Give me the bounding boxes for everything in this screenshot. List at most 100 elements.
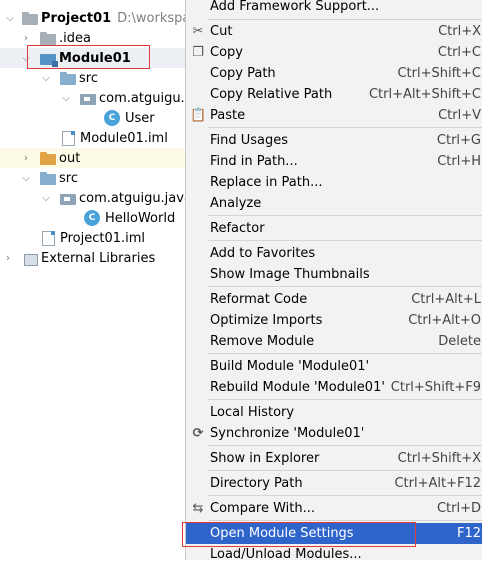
menu-item-label: Reformat Code xyxy=(210,292,308,307)
menu-separator xyxy=(208,495,482,496)
menu-item-label: Find in Path... xyxy=(210,154,298,169)
copy-icon: ❐ xyxy=(192,44,204,60)
menu-item-shortcut: Ctrl+V xyxy=(438,108,481,123)
menu-item-shortcut: Ctrl+Shift+X xyxy=(397,451,481,466)
menu-item-shortcut: Ctrl+Shift+C xyxy=(397,66,481,81)
menu-item-find-usages[interactable]: Find Usages Ctrl+G xyxy=(186,130,482,151)
menu-item-label: Cut xyxy=(210,24,233,39)
sync-icon: ⟳ xyxy=(192,425,204,441)
chevron-down-icon[interactable]: ⌵ xyxy=(60,93,72,104)
tree-item-label: .idea xyxy=(59,30,91,46)
menu-item-refactor[interactable]: Refactor xyxy=(186,218,482,239)
module-folder-icon xyxy=(40,54,58,67)
tree-item-label: out xyxy=(59,150,81,166)
chevron-right-icon[interactable]: › xyxy=(2,253,14,264)
tree-item-src[interactable]: ⌵ src xyxy=(0,168,186,188)
menu-item-optimize-imports[interactable]: Optimize Imports Ctrl+Alt+O xyxy=(186,310,482,331)
chevron-down-icon[interactable]: ⌵ xyxy=(4,13,16,24)
menu-item-copy-path[interactable]: Copy Path Ctrl+Shift+C xyxy=(186,63,482,84)
tree-item-module[interactable]: ⌵ Module01 xyxy=(0,48,186,68)
tree-item-java-package[interactable]: ⌵ com.atguigu.java xyxy=(0,188,186,208)
menu-separator xyxy=(208,286,482,287)
tree-item-module-iml[interactable]: Module01.iml xyxy=(0,128,186,148)
menu-item-cut[interactable]: ✂ Cut Ctrl+X xyxy=(186,21,482,42)
tree-item-module-src[interactable]: ⌵ src xyxy=(0,68,186,88)
tree-item-label: Project01.iml xyxy=(60,230,146,246)
menu-item-label: Copy Relative Path xyxy=(210,87,333,102)
menu-item-compare-with[interactable]: ⇆ Compare With... Ctrl+D xyxy=(186,498,482,519)
menu-item-paste[interactable]: 📋 Paste Ctrl+V xyxy=(186,105,482,126)
tree-item-label: Project01 xyxy=(41,10,112,26)
chevron-down-icon[interactable]: ⌵ xyxy=(20,53,32,64)
chevron-down-icon[interactable]: ⌵ xyxy=(20,173,32,184)
source-folder-icon xyxy=(40,172,56,185)
menu-item-shortcut: F12 xyxy=(456,526,481,541)
menu-item-shortcut: Ctrl+D xyxy=(436,501,481,516)
project-path: D:\workspace xyxy=(117,10,186,26)
menu-item-shortcut: Ctrl+Alt+L xyxy=(411,292,481,307)
menu-item-add-to-favorites[interactable]: Add to Favorites xyxy=(186,243,482,264)
iml-file-icon xyxy=(42,230,55,246)
menu-item-label: Rebuild Module 'Module01' xyxy=(210,380,385,395)
tree-item-label: External Libraries xyxy=(41,250,156,266)
menu-item-copy-relative-path[interactable]: Copy Relative Path Ctrl+Alt+Shift+C xyxy=(186,84,482,105)
menu-item-label: Show Image Thumbnails xyxy=(210,267,370,282)
project-folder-icon xyxy=(22,12,38,25)
menu-item-label: Copy xyxy=(210,45,243,60)
menu-item-label: Optimize Imports xyxy=(210,313,323,328)
menu-item-shortcut: Delete xyxy=(438,334,481,349)
menu-item-replace-in-path[interactable]: Replace in Path... xyxy=(186,172,482,193)
menu-item-local-history[interactable]: Local History xyxy=(186,402,482,423)
menu-item-show-image-thumbnails[interactable]: Show Image Thumbnails xyxy=(186,264,482,285)
tree-item-user-class[interactable]: C User xyxy=(0,108,186,128)
menu-item-label: Remove Module xyxy=(210,334,315,349)
tree-item-label: Module01.iml xyxy=(80,130,168,146)
chevron-down-icon[interactable]: ⌵ xyxy=(40,193,52,204)
tree-item-helloworld[interactable]: C HelloWorld xyxy=(0,208,186,228)
menu-item-load-unload-modules[interactable]: Load/Unload Modules... xyxy=(186,544,482,565)
tree-item-label: Module01 xyxy=(59,50,131,66)
menu-separator xyxy=(208,399,482,400)
output-folder-icon xyxy=(40,152,56,165)
iml-file-icon xyxy=(62,130,75,146)
menu-separator xyxy=(208,445,482,446)
package-icon xyxy=(80,94,96,105)
tree-item-module-package[interactable]: ⌵ com.atguigu.bean xyxy=(0,88,186,108)
menu-item-label: Add to Favorites xyxy=(210,246,316,261)
menu-item-shortcut: Ctrl+Alt+F12 xyxy=(394,476,481,491)
menu-item-label: Refactor xyxy=(210,221,265,236)
menu-item-label: Show in Explorer xyxy=(210,451,320,466)
menu-item-synchronize[interactable]: ⟳ Synchronize 'Module01' xyxy=(186,423,482,444)
menu-item-shortcut: Ctrl+C xyxy=(437,45,481,60)
menu-item-label: Analyze xyxy=(210,196,262,211)
menu-item-label: Open Module Settings xyxy=(210,526,354,541)
tree-item-label: com.atguigu.bean xyxy=(99,90,186,106)
menu-item-analyze[interactable]: Analyze xyxy=(186,193,482,214)
tree-item-external-libraries[interactable]: › External Libraries xyxy=(0,248,186,268)
chevron-down-icon[interactable]: ⌵ xyxy=(40,73,52,84)
menu-item-shortcut: Ctrl+H xyxy=(437,154,481,169)
menu-item-remove-module[interactable]: Remove Module Delete xyxy=(186,331,482,352)
menu-item-directory-path[interactable]: Directory Path Ctrl+Alt+F12 xyxy=(186,473,482,494)
chevron-right-icon[interactable]: › xyxy=(20,33,32,44)
menu-item-rebuild-module[interactable]: Rebuild Module 'Module01' Ctrl+Shift+F9 xyxy=(186,377,482,398)
menu-item-open-module-settings[interactable]: Open Module Settings F12 xyxy=(186,523,482,544)
tree-item-label: src xyxy=(59,170,78,186)
package-icon xyxy=(60,194,76,205)
chevron-right-icon[interactable]: › xyxy=(20,153,32,164)
library-icon xyxy=(24,253,38,266)
menu-item-show-in-explorer[interactable]: Show in Explorer Ctrl+Shift+X xyxy=(186,448,482,469)
tree-item-label: src xyxy=(79,70,98,86)
context-menu: Add Framework Support... ✂ Cut Ctrl+X ❐ … xyxy=(185,0,482,562)
menu-item-label: Synchronize 'Module01' xyxy=(210,426,365,441)
tree-item-project-iml[interactable]: Project01.iml xyxy=(0,228,186,248)
menu-item-build-module[interactable]: Build Module 'Module01' xyxy=(186,356,482,377)
menu-item-find-in-path[interactable]: Find in Path... Ctrl+H xyxy=(186,151,482,172)
tree-item-idea[interactable]: › .idea xyxy=(0,28,186,48)
tree-item-label: com.atguigu.java xyxy=(79,190,186,206)
menu-item-reformat-code[interactable]: Reformat Code Ctrl+Alt+L xyxy=(186,289,482,310)
tree-item-out[interactable]: › out xyxy=(0,148,186,168)
menu-item-copy[interactable]: ❐ Copy Ctrl+C xyxy=(186,42,482,63)
tree-item-project[interactable]: ⌵ Project01 D:\workspace xyxy=(0,8,186,28)
menu-item-add-framework-support[interactable]: Add Framework Support... xyxy=(186,0,482,17)
